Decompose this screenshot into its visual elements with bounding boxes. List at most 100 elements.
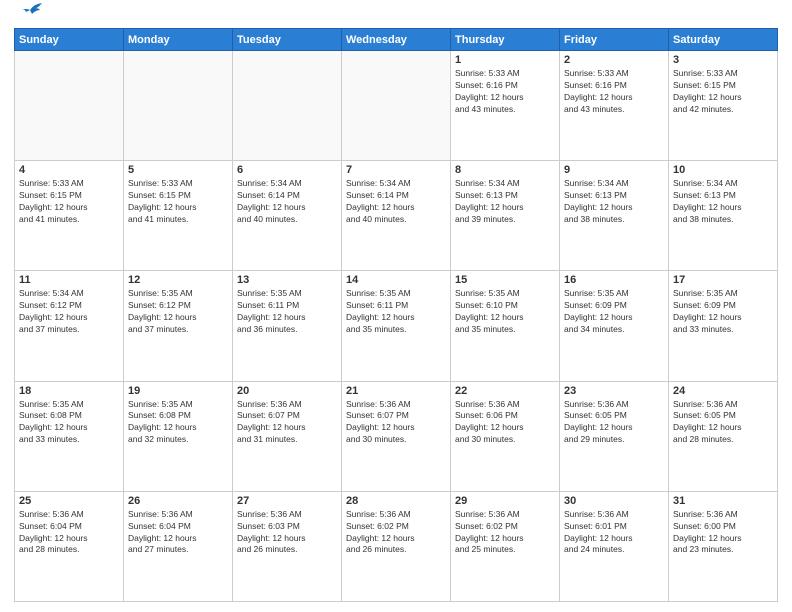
page: SundayMondayTuesdayWednesdayThursdayFrid…	[0, 0, 792, 612]
weekday-header-sunday: Sunday	[15, 29, 124, 51]
day-number: 1	[455, 54, 555, 66]
day-info: Sunrise: 5:35 AM Sunset: 6:09 PM Dayligh…	[673, 288, 773, 336]
calendar-table: SundayMondayTuesdayWednesdayThursdayFrid…	[14, 28, 778, 602]
calendar-week-4: 18 Sunrise: 5:35 AM Sunset: 6:08 PM Dayli…	[15, 381, 778, 491]
day-info: Sunrise: 5:36 AM Sunset: 6:02 PM Dayligh…	[346, 509, 446, 557]
weekday-header-thursday: Thursday	[451, 29, 560, 51]
calendar-cell: 29 Sunrise: 5:36 AM Sunset: 6:02 PM Dayli…	[451, 491, 560, 601]
weekday-header-wednesday: Wednesday	[342, 29, 451, 51]
day-number: 17	[673, 274, 773, 286]
day-info: Sunrise: 5:34 AM Sunset: 6:12 PM Dayligh…	[19, 288, 119, 336]
day-info: Sunrise: 5:34 AM Sunset: 6:14 PM Dayligh…	[346, 178, 446, 226]
day-number: 15	[455, 274, 555, 286]
calendar-cell: 10 Sunrise: 5:34 AM Sunset: 6:13 PM Dayli…	[669, 161, 778, 271]
day-info: Sunrise: 5:36 AM Sunset: 6:02 PM Dayligh…	[455, 509, 555, 557]
day-info: Sunrise: 5:33 AM Sunset: 6:16 PM Dayligh…	[564, 68, 664, 116]
day-info: Sunrise: 5:36 AM Sunset: 6:03 PM Dayligh…	[237, 509, 337, 557]
calendar-cell: 21 Sunrise: 5:36 AM Sunset: 6:07 PM Dayli…	[342, 381, 451, 491]
calendar-cell: 28 Sunrise: 5:36 AM Sunset: 6:02 PM Dayli…	[342, 491, 451, 601]
day-number: 23	[564, 385, 664, 397]
day-info: Sunrise: 5:36 AM Sunset: 6:07 PM Dayligh…	[346, 399, 446, 447]
calendar-week-2: 4 Sunrise: 5:33 AM Sunset: 6:15 PM Daylig…	[15, 161, 778, 271]
day-info: Sunrise: 5:35 AM Sunset: 6:10 PM Dayligh…	[455, 288, 555, 336]
calendar-cell: 16Sunrise: 5:35 AM Sunset: 6:09 PM Dayli…	[560, 271, 669, 381]
day-info: Sunrise: 5:35 AM Sunset: 6:11 PM Dayligh…	[346, 288, 446, 336]
calendar-cell: 9Sunrise: 5:34 AM Sunset: 6:13 PM Daylig…	[560, 161, 669, 271]
weekday-header-tuesday: Tuesday	[233, 29, 342, 51]
logo-bird-icon	[16, 2, 44, 22]
day-number: 20	[237, 385, 337, 397]
calendar-cell: 24 Sunrise: 5:36 AM Sunset: 6:05 PM Dayli…	[669, 381, 778, 491]
day-number: 11	[19, 274, 119, 286]
day-info: Sunrise: 5:36 AM Sunset: 6:05 PM Dayligh…	[673, 399, 773, 447]
calendar-cell: 31Sunrise: 5:36 AM Sunset: 6:00 PM Dayli…	[669, 491, 778, 601]
day-number: 4	[19, 164, 119, 176]
calendar-cell: 25Sunrise: 5:36 AM Sunset: 6:04 PM Dayli…	[15, 491, 124, 601]
header	[14, 10, 778, 22]
calendar-cell: 3 Sunrise: 5:33 AM Sunset: 6:15 PM Daylig…	[669, 51, 778, 161]
day-info: Sunrise: 5:35 AM Sunset: 6:08 PM Dayligh…	[128, 399, 228, 447]
calendar-cell: 18 Sunrise: 5:35 AM Sunset: 6:08 PM Dayli…	[15, 381, 124, 491]
calendar-cell: 19 Sunrise: 5:35 AM Sunset: 6:08 PM Dayli…	[124, 381, 233, 491]
day-info: Sunrise: 5:35 AM Sunset: 6:08 PM Dayligh…	[19, 399, 119, 447]
calendar-cell: 8 Sunrise: 5:34 AM Sunset: 6:13 PM Daylig…	[451, 161, 560, 271]
day-number: 27	[237, 495, 337, 507]
day-info: Sunrise: 5:33 AM Sunset: 6:15 PM Dayligh…	[19, 178, 119, 226]
day-number: 21	[346, 385, 446, 397]
weekday-header-monday: Monday	[124, 29, 233, 51]
day-number: 26	[128, 495, 228, 507]
day-number: 28	[346, 495, 446, 507]
day-info: Sunrise: 5:36 AM Sunset: 6:06 PM Dayligh…	[455, 399, 555, 447]
logo	[14, 10, 44, 22]
calendar-cell: 13 Sunrise: 5:35 AM Sunset: 6:11 PM Dayli…	[233, 271, 342, 381]
day-info: Sunrise: 5:36 AM Sunset: 6:07 PM Dayligh…	[237, 399, 337, 447]
calendar-cell: 30 Sunrise: 5:36 AM Sunset: 6:01 PM Dayli…	[560, 491, 669, 601]
calendar-cell	[342, 51, 451, 161]
weekday-header-friday: Friday	[560, 29, 669, 51]
calendar-cell: 23Sunrise: 5:36 AM Sunset: 6:05 PM Dayli…	[560, 381, 669, 491]
day-number: 10	[673, 164, 773, 176]
day-info: Sunrise: 5:33 AM Sunset: 6:15 PM Dayligh…	[128, 178, 228, 226]
calendar-cell: 12 Sunrise: 5:35 AM Sunset: 6:12 PM Dayli…	[124, 271, 233, 381]
calendar-week-3: 11 Sunrise: 5:34 AM Sunset: 6:12 PM Dayli…	[15, 271, 778, 381]
day-number: 3	[673, 54, 773, 66]
day-number: 13	[237, 274, 337, 286]
day-number: 30	[564, 495, 664, 507]
day-info: Sunrise: 5:34 AM Sunset: 6:13 PM Dayligh…	[673, 178, 773, 226]
day-number: 5	[128, 164, 228, 176]
day-info: Sunrise: 5:34 AM Sunset: 6:13 PM Dayligh…	[455, 178, 555, 226]
day-info: Sunrise: 5:33 AM Sunset: 6:15 PM Dayligh…	[673, 68, 773, 116]
calendar-cell: 11 Sunrise: 5:34 AM Sunset: 6:12 PM Dayli…	[15, 271, 124, 381]
calendar-cell: 22Sunrise: 5:36 AM Sunset: 6:06 PM Dayli…	[451, 381, 560, 491]
day-number: 29	[455, 495, 555, 507]
day-number: 19	[128, 385, 228, 397]
calendar-cell	[15, 51, 124, 161]
calendar-cell: 1 Sunrise: 5:33 AM Sunset: 6:16 PM Daylig…	[451, 51, 560, 161]
calendar-cell: 20 Sunrise: 5:36 AM Sunset: 6:07 PM Dayli…	[233, 381, 342, 491]
day-number: 16	[564, 274, 664, 286]
calendar-cell: 7Sunrise: 5:34 AM Sunset: 6:14 PM Daylig…	[342, 161, 451, 271]
day-number: 24	[673, 385, 773, 397]
calendar-cell: 4 Sunrise: 5:33 AM Sunset: 6:15 PM Daylig…	[15, 161, 124, 271]
calendar-cell: 27 Sunrise: 5:36 AM Sunset: 6:03 PM Dayli…	[233, 491, 342, 601]
calendar-week-1: 1 Sunrise: 5:33 AM Sunset: 6:16 PM Daylig…	[15, 51, 778, 161]
calendar-cell: 5 Sunrise: 5:33 AM Sunset: 6:15 PM Daylig…	[124, 161, 233, 271]
day-number: 2	[564, 54, 664, 66]
weekday-header-saturday: Saturday	[669, 29, 778, 51]
day-info: Sunrise: 5:35 AM Sunset: 6:11 PM Dayligh…	[237, 288, 337, 336]
calendar-cell: 6Sunrise: 5:34 AM Sunset: 6:14 PM Daylig…	[233, 161, 342, 271]
calendar-cell	[233, 51, 342, 161]
day-info: Sunrise: 5:34 AM Sunset: 6:13 PM Dayligh…	[564, 178, 664, 226]
day-info: Sunrise: 5:36 AM Sunset: 6:01 PM Dayligh…	[564, 509, 664, 557]
day-info: Sunrise: 5:35 AM Sunset: 6:12 PM Dayligh…	[128, 288, 228, 336]
day-number: 18	[19, 385, 119, 397]
calendar-week-5: 25 Sunrise: 5:36 AM Sunset: 6:04 PM Dayli…	[15, 491, 778, 601]
calendar-cell: 17 Sunrise: 5:35 AM Sunset: 6:09 PM Dayli…	[669, 271, 778, 381]
day-info: Sunrise: 5:33 AM Sunset: 6:16 PM Dayligh…	[455, 68, 555, 116]
weekday-header-row: SundayMondayTuesdayWednesdayThursdayFrid…	[15, 29, 778, 51]
day-number: 12	[128, 274, 228, 286]
day-number: 31	[673, 495, 773, 507]
day-number: 25	[19, 495, 119, 507]
day-number: 8	[455, 164, 555, 176]
day-info: Sunrise: 5:36 AM Sunset: 6:04 PM Dayligh…	[128, 509, 228, 557]
